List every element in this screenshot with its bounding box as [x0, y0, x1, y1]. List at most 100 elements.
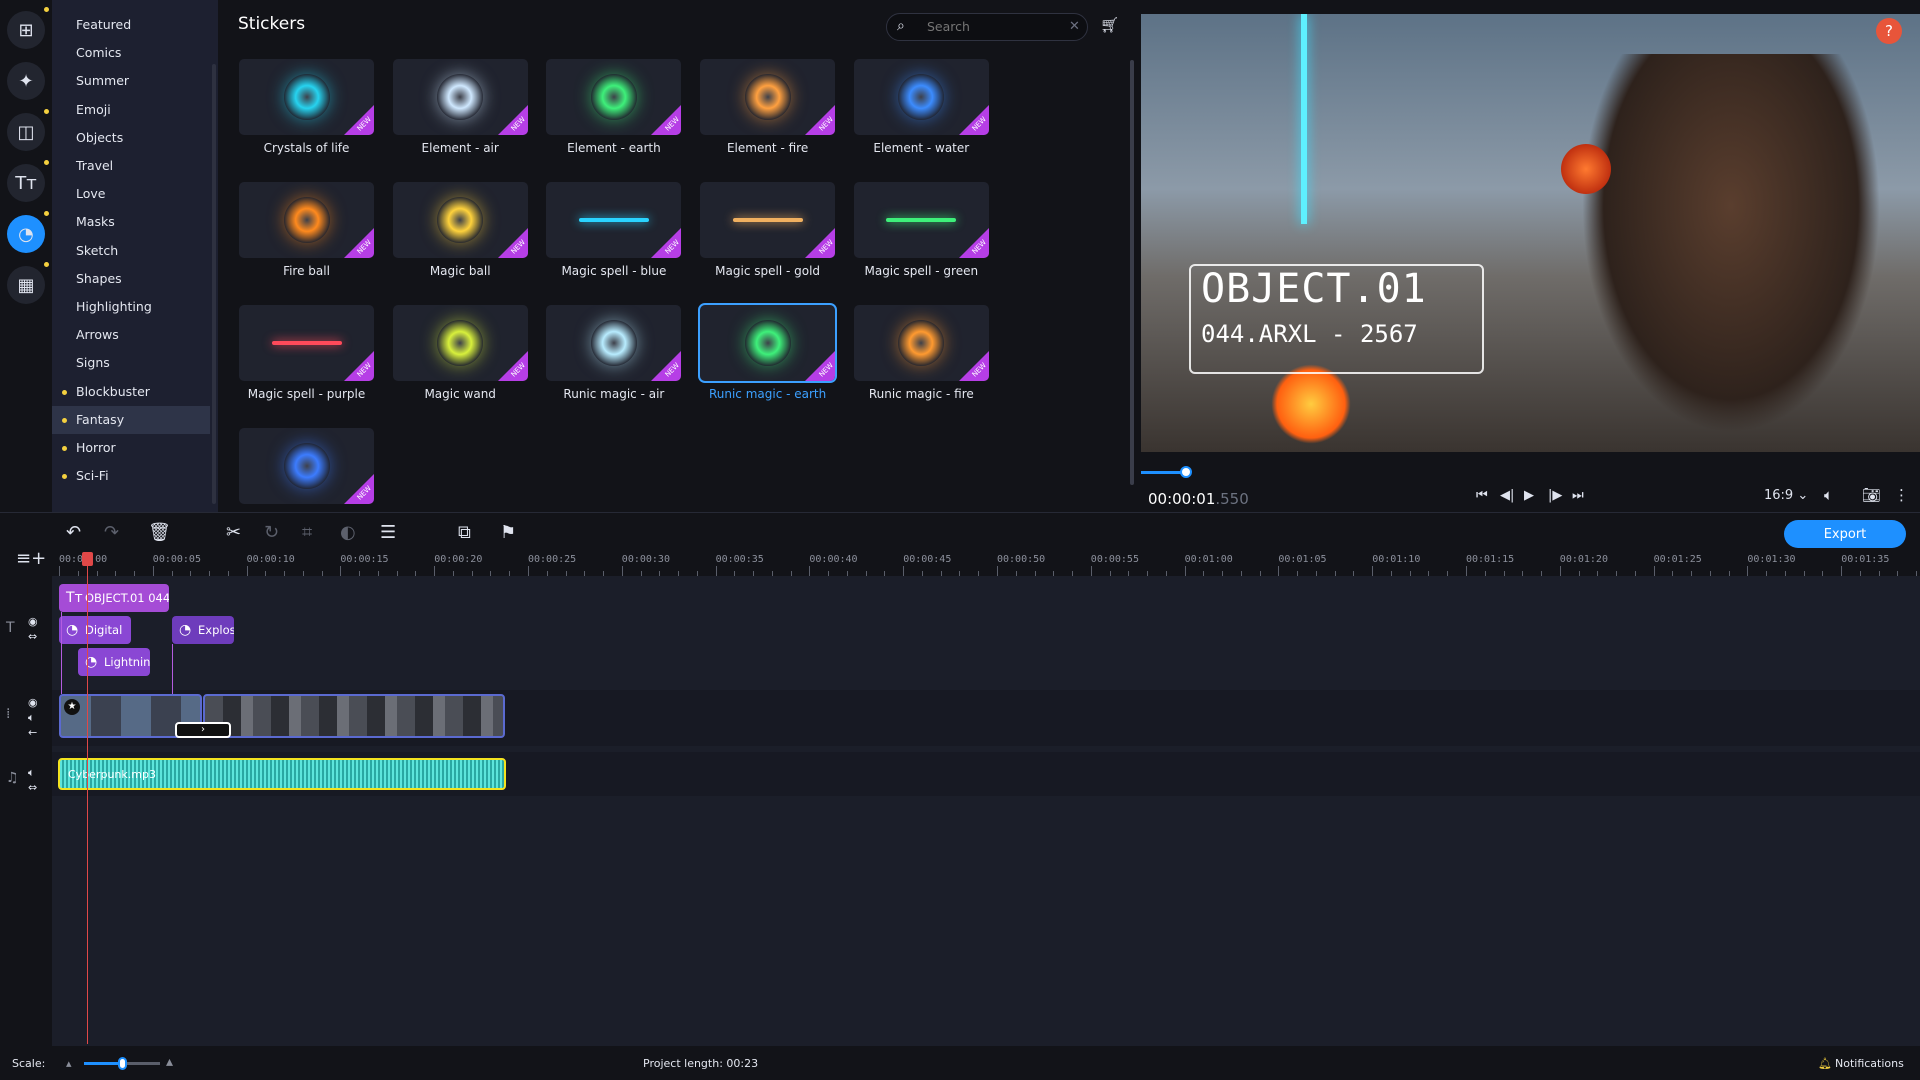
category-sketch[interactable]: Sketch [52, 237, 210, 265]
sticker-thumbnail[interactable]: NEW [239, 182, 374, 258]
category-summer[interactable]: Summer [52, 67, 210, 95]
sticker-label[interactable]: Element - fire [700, 141, 835, 155]
playhead-handle[interactable] [82, 552, 93, 566]
category-masks[interactable]: Masks [52, 208, 210, 236]
category-arrows[interactable]: Arrows [52, 321, 210, 349]
sticker-clip[interactable]: ◔ Explosion [172, 616, 234, 644]
sticker-clip[interactable]: ◔Lightning [78, 648, 150, 676]
titles-button[interactable]: Tт [7, 160, 49, 202]
title-clip[interactable]: TтOBJECT.01 044.ARXL [59, 584, 169, 612]
sticker-thumbnail[interactable]: NEW [546, 182, 682, 258]
sticker-thumbnail[interactable]: NEW [239, 305, 374, 381]
overlay-icon[interactable]: ⧉ [458, 522, 471, 543]
sticker-label[interactable]: Runic magic - fire [854, 387, 989, 401]
playhead[interactable] [87, 552, 88, 1044]
category-objects[interactable]: Objects [52, 124, 210, 152]
undo-icon[interactable]: ↶ [66, 522, 81, 543]
category-horror[interactable]: Horror [52, 434, 210, 462]
visibility-icon[interactable]: ◉ [28, 696, 38, 709]
rotate-icon[interactable]: ↻ [264, 522, 279, 543]
delete-icon[interactable]: 🗑 [148, 522, 171, 543]
sticker-thumbnail[interactable]: NEW [853, 59, 989, 135]
category-signs[interactable]: Signs [52, 349, 210, 377]
crop-icon[interactable]: ⌗ [302, 522, 312, 543]
category-scrollbar[interactable] [212, 64, 216, 504]
sticker-thumbnail[interactable]: NEW [392, 59, 528, 135]
sticker-label[interactable]: Runic magic - earth [700, 387, 835, 401]
video-clip[interactable] [203, 694, 505, 738]
aspect-ratio-dropdown[interactable]: 16:9 ⌄ [1764, 488, 1808, 503]
scrubber-handle[interactable] [1180, 466, 1193, 478]
cut-icon[interactable]: ✂ [226, 522, 241, 543]
category-love[interactable]: Love [52, 180, 210, 208]
sticker-label[interactable]: Element - air [393, 141, 528, 155]
preview-scrubber[interactable] [1141, 470, 1920, 474]
skip-start-icon[interactable]: ⏮ [1476, 488, 1488, 503]
scale-slider-handle[interactable] [118, 1057, 127, 1070]
sticker-label[interactable]: Element - earth [546, 141, 681, 155]
clear-search-icon[interactable]: ✕ [1069, 19, 1080, 34]
link-icon[interactable]: ⇔ [28, 630, 37, 643]
marker-flag-icon[interactable]: ⚑ [500, 522, 516, 543]
sticker-thumbnail[interactable]: NEW [853, 305, 989, 381]
transition-marker[interactable]: › [175, 722, 231, 738]
category-fantasy[interactable]: Fantasy [52, 405, 210, 434]
step-back-icon[interactable]: ◀| [1500, 488, 1514, 503]
sticker-label[interactable]: Magic spell - gold [700, 264, 835, 278]
step-forward-icon[interactable]: |▶ [1548, 488, 1562, 503]
sticker-thumbnail[interactable]: NEW [392, 305, 528, 381]
magic-wand-button[interactable]: ✦ [7, 62, 45, 100]
link-icon[interactable]: ⇔ [28, 781, 37, 794]
sticker-label[interactable]: Crystals of life [239, 141, 374, 155]
sticker-thumbnail[interactable]: NEW [546, 305, 682, 381]
volume-icon[interactable]: 🔈︎ [28, 711, 35, 725]
sticker-label[interactable]: Magic wand [393, 387, 528, 401]
clip-properties-icon[interactable]: ☰ [380, 522, 396, 543]
add-media-button[interactable]: ⊞ [7, 7, 49, 49]
category-emoji[interactable]: Emoji [52, 96, 210, 124]
cart-icon[interactable]: 🛒︎ [1100, 16, 1119, 34]
timeline-ruler[interactable]: 00:00:0000:00:0500:00:1000:00:1500:00:20… [59, 552, 1920, 576]
category-highlighting[interactable]: Highlighting [52, 293, 210, 321]
volume-icon[interactable]: 🔈︎ [28, 766, 35, 780]
sticker-label[interactable]: Element - water [854, 141, 989, 155]
sticker-label[interactable]: Runic magic - air [546, 387, 681, 401]
category-travel[interactable]: Travel [52, 152, 210, 180]
sticker-label[interactable]: Magic spell - purple [239, 387, 374, 401]
bell-icon[interactable]: 🔔︎ [1818, 1057, 1832, 1070]
category-featured[interactable]: Featured [52, 11, 210, 39]
sticker-thumbnail[interactable]: NEW [853, 182, 989, 258]
category-blockbuster[interactable]: Blockbuster [52, 378, 210, 406]
visibility-icon[interactable]: ◉ [28, 615, 38, 628]
sticker-thumbnail[interactable]: NEW [239, 59, 374, 135]
skip-end-icon[interactable]: ⏭ [1572, 488, 1584, 503]
stickers-button[interactable]: ◔ [7, 211, 49, 253]
sticker-thumbnail[interactable]: NEW [700, 59, 836, 135]
sticker-label[interactable]: Magic spell - blue [546, 264, 681, 278]
search-input[interactable] [927, 19, 1057, 34]
export-button[interactable]: Export [1784, 520, 1906, 548]
more-tools-button[interactable]: ▦ [7, 262, 49, 304]
play-icon[interactable]: ▶ [1524, 488, 1534, 503]
sticker-label[interactable]: Fire ball [239, 264, 374, 278]
sticker-clip[interactable]: ◔ Digital [59, 616, 131, 644]
snapshot-icon[interactable]: 📷︎ [1862, 486, 1881, 504]
category-shapes[interactable]: Shapes [52, 265, 210, 293]
sticker-thumbnail[interactable]: NEW [698, 303, 838, 383]
color-adjust-icon[interactable]: ◐ [340, 522, 356, 543]
category-comics[interactable]: Comics [52, 39, 210, 67]
add-track-icon[interactable]: ≡+ [16, 548, 46, 569]
detach-audio-icon[interactable]: ← [28, 726, 37, 739]
more-options-icon[interactable]: ⋮ [1894, 486, 1909, 504]
sticker-label[interactable]: Magic ball [393, 264, 528, 278]
sticker-thumbnail[interactable]: NEW [392, 182, 528, 258]
sticker-thumbnail[interactable]: NEW [700, 182, 836, 258]
volume-icon[interactable]: 🔈︎ [1824, 486, 1833, 504]
zoom-in-icon[interactable]: ▴ [166, 1054, 173, 1070]
zoom-out-icon[interactable]: ▴ [66, 1057, 72, 1070]
sticker-label[interactable]: Magic spell - green [854, 264, 989, 278]
sticker-thumbnail[interactable]: NEW [239, 428, 374, 504]
notifications-link[interactable]: Notifications [1835, 1057, 1904, 1070]
transitions-button[interactable]: ◫ [7, 109, 49, 151]
help-button[interactable]: ? [1876, 18, 1902, 44]
